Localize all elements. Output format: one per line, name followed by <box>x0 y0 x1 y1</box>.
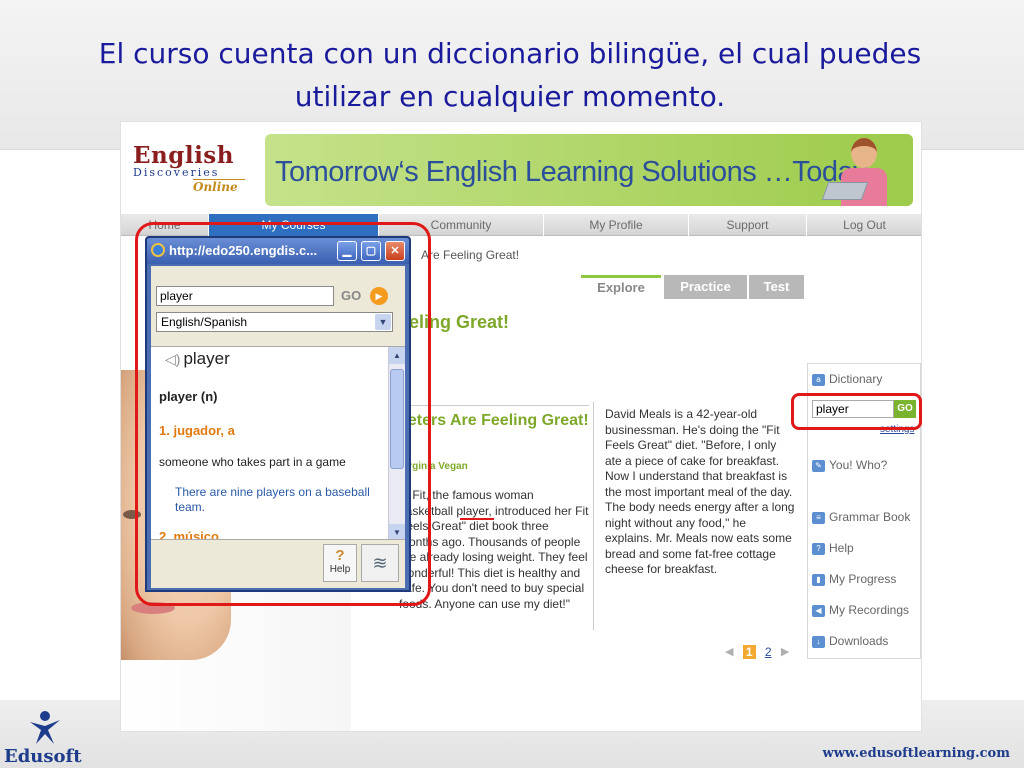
page-navigation: ◀ 1 2 ▶ <box>725 644 795 660</box>
edusoft-wordmark: Edusoft <box>4 746 82 767</box>
sidebar-item-label: You! Who? <box>829 458 888 472</box>
progress-chart-icon: ▮ <box>812 573 825 586</box>
download-icon: ↓ <box>812 635 825 648</box>
sidebar-item-downloads[interactable]: ↓ Downloads <box>812 632 888 650</box>
english-discoveries-logo: English Discoveries Online <box>133 142 245 204</box>
sidebar-item-dictionary[interactable]: a Dictionary <box>812 370 882 388</box>
dictionary-icon: a <box>812 373 825 386</box>
sidebar-item-my-progress[interactable]: ▮ My Progress <box>812 570 896 588</box>
slide-title-line-2: utilizar en cualquier momento. <box>294 80 726 113</box>
edusoft-logo: Edusoft <box>4 706 84 767</box>
column-divider <box>593 402 594 630</box>
sidebar-item-help[interactable]: ? Help <box>812 539 854 557</box>
edusoft-figure-icon <box>30 711 60 744</box>
logo-wordmark: English <box>133 142 234 169</box>
page-current: 1 <box>742 644 756 659</box>
help-icon: ? <box>812 542 825 555</box>
banner-slogan: Tomorrow‘s English Learning Solutions …T… <box>275 156 868 188</box>
website-url: www.edusoftlearning.com <box>822 746 1010 761</box>
annotation-underline-player <box>460 518 494 520</box>
sidebar-item-grammar-book[interactable]: ≡ Grammar Book <box>812 508 910 526</box>
nav-log-out[interactable]: Log Out <box>807 214 921 236</box>
logo-online: Online <box>193 179 245 194</box>
slide-title-line-1: El curso cuenta con un diccionario bilin… <box>98 37 922 70</box>
article-column-2: David Meals is a 42-year-old businessman… <box>605 407 795 576</box>
sidebar-item-label: Help <box>829 541 854 555</box>
slide-title: El curso cuenta con un diccionario bilin… <box>60 32 960 118</box>
annotation-ring-popup <box>135 222 431 606</box>
nav-my-profile[interactable]: My Profile <box>544 214 689 236</box>
site-banner: Tomorrow‘s English Learning Solutions …T… <box>265 134 913 206</box>
tab-explore[interactable]: Explore <box>581 275 661 299</box>
tab-test[interactable]: Test <box>749 275 804 299</box>
sidebar-item-label: My Progress <box>829 572 897 586</box>
sidebar-item-label: Downloads <box>829 634 889 648</box>
page-link-2[interactable]: 2 <box>765 645 772 659</box>
nav-support[interactable]: Support <box>689 214 807 236</box>
grammar-book-icon: ≡ <box>812 511 825 524</box>
tab-practice[interactable]: Practice <box>664 275 747 299</box>
banner-woman-laptop-image <box>821 136 895 206</box>
recordings-icon: ◀ <box>812 604 825 617</box>
sidebar-item-label: Grammar Book <box>829 510 911 524</box>
sidebar-item-label: My Recordings <box>829 603 910 617</box>
next-page-icon[interactable]: ▶ <box>781 645 789 658</box>
sidebar-item-my-recordings[interactable]: ◀ My Recordings <box>812 601 909 619</box>
speech-bubble-icon: ✎ <box>812 459 825 472</box>
prev-page-icon[interactable]: ◀ <box>725 645 733 658</box>
breadcrumb: Are Feeling Great! <box>421 248 520 262</box>
annotation-ring-sidebar <box>791 393 922 430</box>
sidebar-item-you-who[interactable]: ✎ You! Who? <box>812 456 887 474</box>
sidebar-item-label: Dictionary <box>829 372 883 386</box>
